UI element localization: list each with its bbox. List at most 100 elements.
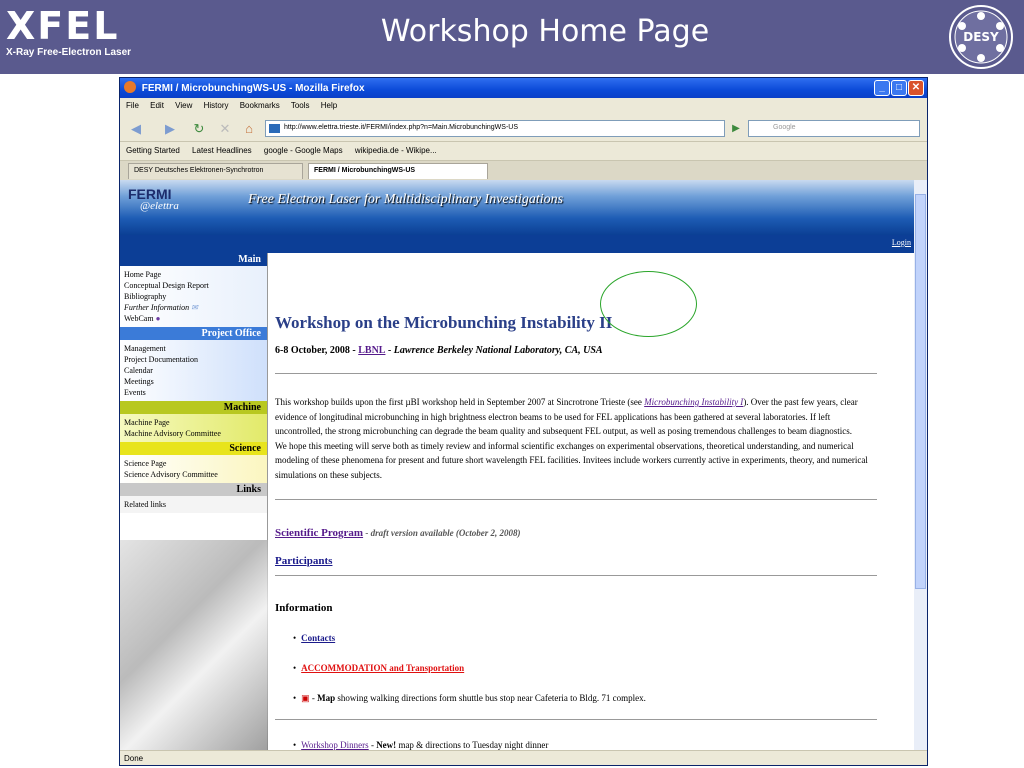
webcam-icon: ● xyxy=(155,314,161,323)
sidebar-machine-heading: Machine xyxy=(120,401,267,414)
login-link[interactable]: Login xyxy=(892,238,911,247)
page-title: Workshop on the Microbunching Instabilit… xyxy=(275,313,613,332)
sidebar-science-heading: Science xyxy=(120,442,267,455)
sidebar-item-further-info[interactable]: Further Information ✉ xyxy=(124,302,263,313)
search-placeholder: Google xyxy=(773,124,796,131)
lbnl-link[interactable]: LBNL xyxy=(358,345,385,356)
stop-icon[interactable]: ✕ xyxy=(216,120,234,138)
sidebar: Main Home Page Conceptual Design Report … xyxy=(120,253,268,750)
sidebar-item-machine-page[interactable]: Machine Page xyxy=(124,417,263,428)
vertical-scrollbar[interactable] xyxy=(914,180,927,750)
window-title: FERMI / MicrobunchingWS-US - Mozilla Fir… xyxy=(141,83,365,94)
bookmark-google-maps[interactable]: google - Google Maps xyxy=(264,146,343,155)
divider xyxy=(275,499,877,500)
sidebar-item-related-links[interactable]: Related links xyxy=(124,499,263,510)
sidebar-item-meetings[interactable]: Meetings xyxy=(124,376,263,387)
participants-link[interactable]: Participants xyxy=(275,555,332,567)
sidebar-item-science-page[interactable]: Science Page xyxy=(124,458,263,469)
desy-logo: DESY xyxy=(949,5,1013,69)
sidebar-item-events[interactable]: Events xyxy=(124,387,263,398)
home-icon[interactable]: ⌂ xyxy=(240,120,258,138)
sidebar-item-webcam[interactable]: WebCam ● xyxy=(124,313,263,324)
menu-edit[interactable]: Edit xyxy=(150,101,164,110)
description-text-1: This workshop builds upon the first µBI … xyxy=(275,397,645,407)
list-item: • Workshop Dinners - New! map & direction… xyxy=(293,740,549,750)
program-note: - draft version available (October 2, 20… xyxy=(363,528,521,538)
sidebar-project-office-list: Management Project Documentation Calenda… xyxy=(120,340,267,401)
site-banner: FERMI @elettra Free Electron Laser for M… xyxy=(120,180,927,235)
bookmarks-toolbar: Getting Started Latest Headlines google … xyxy=(120,142,927,161)
go-icon[interactable]: ▶ xyxy=(728,120,744,138)
close-button[interactable]: ✕ xyxy=(908,80,924,96)
login-bar: Login xyxy=(120,235,927,253)
sidebar-item-calendar[interactable]: Calendar xyxy=(124,365,263,376)
maximize-button[interactable]: □ xyxy=(891,80,907,96)
back-icon[interactable]: ◀ xyxy=(126,120,146,138)
divider xyxy=(275,373,877,374)
slide-header: XFEL X-Ray Free-Electron Laser Workshop … xyxy=(0,0,1024,74)
lab-name: - Lawrence Berkeley National Laboratory,… xyxy=(385,345,603,356)
url-text: http://www.elettra.trieste.it/FERMI/inde… xyxy=(284,124,519,131)
map-description: showing walking directions form shuttle … xyxy=(335,693,646,703)
annotation-circle xyxy=(600,271,697,337)
status-bar: Done xyxy=(120,750,927,765)
sidebar-item-cdr[interactable]: Conceptual Design Report xyxy=(124,280,263,291)
sidebar-item-machine-committee[interactable]: Machine Advisory Committee xyxy=(124,428,263,439)
sidebar-item-science-committee[interactable]: Science Advisory Committee xyxy=(124,469,263,480)
participants-line: Participants xyxy=(275,555,332,567)
tab-desy[interactable]: DESY Deutsches Elektronen-Synchrotron xyxy=(128,163,303,179)
menu-file[interactable]: File xyxy=(126,101,139,110)
microbunching-1-link[interactable]: Microbunching Instability I xyxy=(644,397,743,407)
scientific-program-link[interactable]: Scientific Program xyxy=(275,527,363,539)
divider xyxy=(275,719,877,720)
sidebar-item-home[interactable]: Home Page xyxy=(124,269,263,280)
browser-window: FERMI / MicrobunchingWS-US - Mozilla Fir… xyxy=(119,77,928,766)
sidebar-item-management[interactable]: Management xyxy=(124,343,263,354)
forward-icon[interactable]: ▶ xyxy=(160,120,180,138)
menu-tools[interactable]: Tools xyxy=(291,101,310,110)
sidebar-science-list: Science Page Science Advisory Committee xyxy=(120,455,267,483)
bookmark-wikipedia[interactable]: wikipedia.de - Wikipe... xyxy=(355,146,437,155)
sidebar-item-bibliography[interactable]: Bibliography xyxy=(124,291,263,302)
reload-icon[interactable]: ↻ xyxy=(190,120,208,138)
bookmark-getting-started[interactable]: Getting Started xyxy=(126,146,180,155)
title-bar: FERMI / MicrobunchingWS-US - Mozilla Fir… xyxy=(120,78,927,98)
accommodation-link[interactable]: ACCOMMODATION and Transportation xyxy=(301,663,464,673)
workshop-description: This workshop builds upon the first µBI … xyxy=(275,395,877,482)
menu-view[interactable]: View xyxy=(175,101,192,110)
divider xyxy=(275,575,877,576)
map-label: Map xyxy=(317,693,336,703)
information-heading: Information xyxy=(275,602,333,614)
desy-logo-text: DESY xyxy=(963,30,999,44)
search-input[interactable]: Google xyxy=(748,120,920,137)
workshop-date-text: 6-8 October, 2008 - xyxy=(275,345,359,356)
sidebar-project-office-heading: Project Office xyxy=(120,327,267,340)
tab-fermi[interactable]: FERMI / MicrobunchingWS-US xyxy=(308,163,488,179)
envelope-icon: ✉ xyxy=(191,303,198,312)
program-line: Scientific Program - draft version avail… xyxy=(275,527,521,539)
workshop-dinners-link[interactable]: Workshop Dinners xyxy=(301,740,369,750)
scrollbar-thumb[interactable] xyxy=(915,194,926,589)
pdf-icon[interactable]: ▣ xyxy=(301,693,310,703)
sidebar-item-webcam-label: WebCam xyxy=(124,314,154,323)
list-item: • Contacts xyxy=(293,633,336,643)
dinners-description: map & directions to Tuesday night dinner xyxy=(396,740,549,750)
site-tagline: Free Electron Laser for Multidisciplinar… xyxy=(248,192,564,207)
bookmark-latest-headlines[interactable]: Latest Headlines xyxy=(192,146,252,155)
xfel-logo: XFEL X-Ray Free-Electron Laser xyxy=(6,6,136,64)
contacts-link[interactable]: Contacts xyxy=(301,633,335,643)
page-viewport: FERMI @elettra Free Electron Laser for M… xyxy=(120,180,927,750)
sidebar-decorative-image xyxy=(120,540,268,750)
sidebar-main-list: Home Page Conceptual Design Report Bibli… xyxy=(120,266,267,327)
sidebar-item-project-documentation[interactable]: Project Documentation xyxy=(124,354,263,365)
sidebar-item-further-info-label: Further Information xyxy=(124,303,190,312)
menu-bookmarks[interactable]: Bookmarks xyxy=(240,101,280,110)
minimize-button[interactable]: _ xyxy=(874,80,890,96)
menu-bar: File Edit View History Bookmarks Tools H… xyxy=(120,98,927,116)
page-favicon-icon xyxy=(269,124,280,133)
status-text: Done xyxy=(124,754,144,763)
menu-help[interactable]: Help xyxy=(321,101,337,110)
xfel-logo-text: XFEL xyxy=(6,4,120,48)
url-bar[interactable]: http://www.elettra.trieste.it/FERMI/inde… xyxy=(265,120,725,137)
menu-history[interactable]: History xyxy=(204,101,229,110)
